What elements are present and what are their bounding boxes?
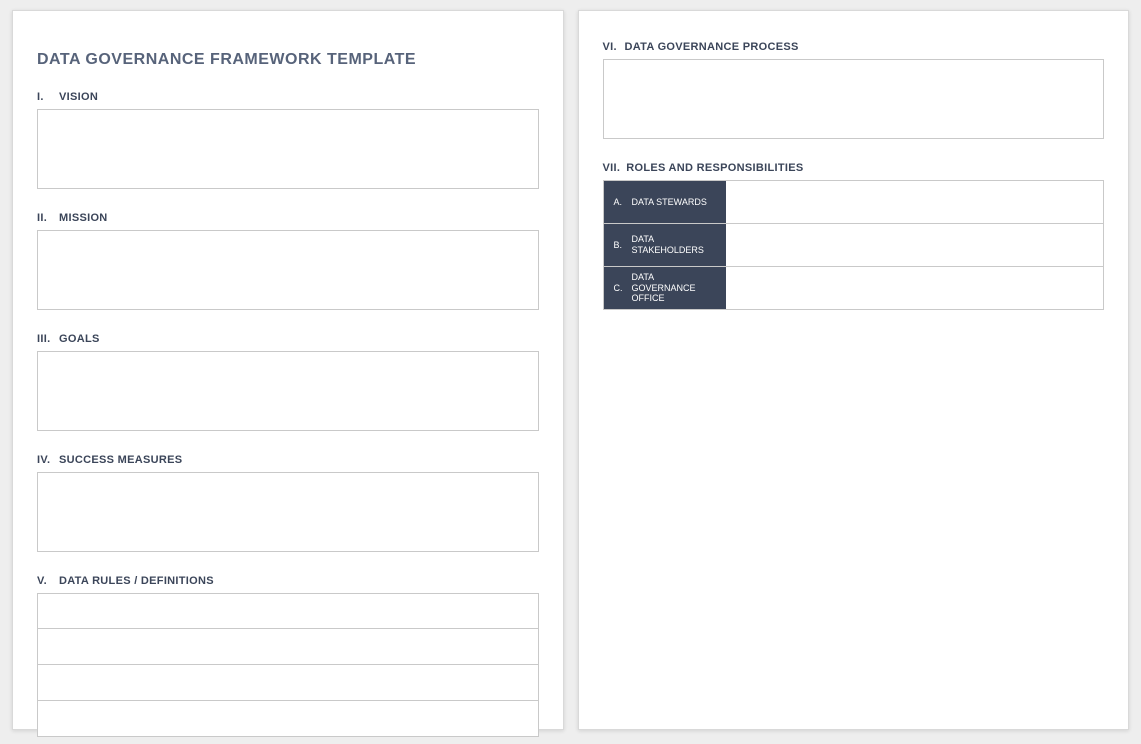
section-roles: VII. ROLES AND RESPONSIBILITIES A. DATA … [603,162,1105,310]
section-label: DATA GOVERNANCE PROCESS [625,41,799,53]
section-success-measures: IV. SUCCESS MEASURES [37,454,539,557]
section-number: IV. [37,454,53,466]
data-rule-row[interactable] [37,593,539,629]
section-label: SUCCESS MEASURES [59,454,182,466]
section-label: VISION [59,91,98,103]
roles-row-name: DATA STAKEHOLDERS [632,234,718,256]
data-rule-row[interactable] [37,665,539,701]
section-data-rules: V. DATA RULES / DEFINITIONS [37,575,539,737]
section-heading: I. VISION [37,91,539,103]
section-heading: III. GOALS [37,333,539,345]
section-mission: II. MISSION [37,212,539,315]
success-measures-input[interactable] [37,472,539,552]
section-vision: I. VISION [37,91,539,194]
roles-row-label: A. DATA STEWARDS [604,181,726,223]
roles-row-label: C. DATA GOVERNANCE OFFICE [604,267,726,309]
page-left: DATA GOVERNANCE FRAMEWORK TEMPLATE I. VI… [12,10,564,730]
roles-table: A. DATA STEWARDS B. DATA STAKEHOLDERS C.… [603,180,1105,310]
roles-row-name: DATA STEWARDS [632,197,707,208]
mission-input[interactable] [37,230,539,310]
roles-row-letter: C. [614,283,624,294]
roles-row-letter: B. [614,240,624,251]
section-heading: VII. ROLES AND RESPONSIBILITIES [603,162,1105,174]
section-heading: VI. DATA GOVERNANCE PROCESS [603,41,1105,53]
roles-row-stewards: A. DATA STEWARDS [604,181,1104,224]
section-label: GOALS [59,333,100,345]
roles-stewards-input[interactable] [726,181,1104,223]
goals-input[interactable] [37,351,539,431]
data-rule-row[interactable] [37,629,539,665]
roles-row-name: DATA GOVERNANCE OFFICE [632,272,718,304]
data-rules-rows [37,593,539,737]
section-number: III. [37,333,53,345]
roles-row-stakeholders: B. DATA STAKEHOLDERS [604,224,1104,267]
page-right: VI. DATA GOVERNANCE PROCESS VII. ROLES A… [578,10,1130,730]
section-heading: IV. SUCCESS MEASURES [37,454,539,466]
data-rule-row[interactable] [37,701,539,737]
document-title: DATA GOVERNANCE FRAMEWORK TEMPLATE [37,51,539,69]
section-process: VI. DATA GOVERNANCE PROCESS [603,41,1105,144]
section-number: V. [37,575,53,587]
section-number: I. [37,91,53,103]
section-label: DATA RULES / DEFINITIONS [59,575,214,587]
section-heading: V. DATA RULES / DEFINITIONS [37,575,539,587]
vision-input[interactable] [37,109,539,189]
process-input[interactable] [603,59,1105,139]
section-goals: III. GOALS [37,333,539,436]
roles-stakeholders-input[interactable] [726,224,1104,266]
roles-row-letter: A. [614,197,624,208]
roles-row-office: C. DATA GOVERNANCE OFFICE [604,267,1104,310]
section-label: ROLES AND RESPONSIBILITIES [626,162,803,174]
roles-row-label: B. DATA STAKEHOLDERS [604,224,726,266]
section-number: II. [37,212,53,224]
section-number: VII. [603,162,621,174]
section-label: MISSION [59,212,108,224]
section-number: VI. [603,41,619,53]
roles-office-input[interactable] [726,267,1104,309]
section-heading: II. MISSION [37,212,539,224]
